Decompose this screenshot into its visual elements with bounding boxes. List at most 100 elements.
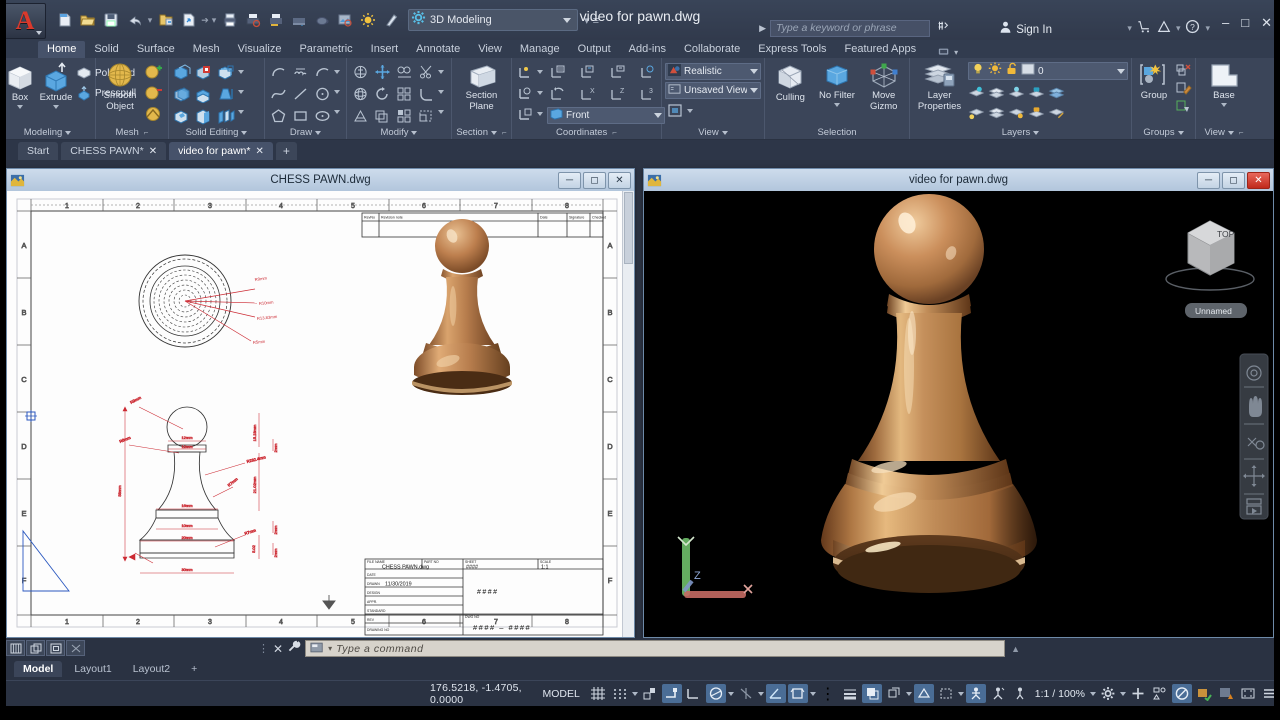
annotation-scale-person-icon[interactable] bbox=[965, 684, 986, 703]
chevron-down-icon[interactable] bbox=[563, 17, 571, 23]
layer-unlock-icon[interactable] bbox=[1005, 62, 1018, 80]
3d-align-icon[interactable] bbox=[350, 62, 370, 82]
save-disk-icon[interactable] bbox=[100, 9, 122, 31]
cart-icon[interactable] bbox=[1137, 20, 1152, 37]
dialog-launcher-icon[interactable]: ⌐ bbox=[612, 128, 617, 137]
render-region-icon[interactable] bbox=[334, 9, 356, 31]
box-button[interactable]: Box bbox=[3, 62, 37, 109]
chevron-down-icon[interactable] bbox=[1090, 691, 1096, 696]
panel-title-layers[interactable]: Layers bbox=[913, 126, 1128, 139]
sign-in-area[interactable]: Sign In bbox=[999, 20, 1052, 39]
infer-constraints-icon[interactable] bbox=[640, 684, 660, 703]
wrench-icon[interactable] bbox=[287, 639, 301, 658]
qat-overflow-icon[interactable]: ▾ ≡ bbox=[584, 14, 599, 27]
solid-union-icon[interactable] bbox=[172, 62, 192, 82]
solid-separate-icon[interactable] bbox=[216, 106, 236, 126]
tab-view[interactable]: View bbox=[469, 41, 511, 58]
offset-icon[interactable] bbox=[372, 106, 392, 126]
command-drag-handle[interactable]: ⋮ bbox=[258, 642, 269, 655]
batch-plot-icon[interactable] bbox=[265, 9, 287, 31]
layer-on-bulb-icon[interactable] bbox=[971, 62, 985, 80]
viewport-close-icon[interactable] bbox=[66, 640, 85, 656]
solid-subtract-icon[interactable] bbox=[194, 62, 214, 82]
3d-rotate-icon[interactable] bbox=[350, 84, 370, 104]
restore-button[interactable]: ◻ bbox=[1222, 171, 1245, 189]
tab-surface[interactable]: Surface bbox=[128, 41, 184, 58]
annotation-monitor-icon[interactable] bbox=[1010, 684, 1030, 703]
ucs-view-icon[interactable] bbox=[607, 62, 627, 82]
ortho-mode-icon[interactable] bbox=[661, 684, 682, 703]
chevron-down-icon[interactable]: ▾ bbox=[328, 644, 332, 653]
help-icon[interactable]: ? bbox=[1185, 19, 1200, 37]
dialog-launcher-icon[interactable]: ⌐ bbox=[144, 128, 149, 137]
chevron-down-icon[interactable] bbox=[757, 691, 764, 696]
plot-icon[interactable] bbox=[219, 9, 241, 31]
gear-icon[interactable] bbox=[1098, 684, 1118, 703]
ucs-previous-icon[interactable] bbox=[547, 84, 567, 104]
ucs-x-icon[interactable]: X bbox=[577, 84, 597, 104]
panel-title-section[interactable]: Section ⌐ bbox=[455, 126, 508, 139]
ungroup-icon[interactable] bbox=[1175, 62, 1192, 79]
tab-annotate[interactable]: Annotate bbox=[407, 41, 469, 58]
publish-icon[interactable] bbox=[288, 9, 310, 31]
panel-title-view-base[interactable]: View ⌐ bbox=[1199, 126, 1249, 139]
mesh-smooth-less-icon[interactable] bbox=[143, 83, 163, 103]
layer-unisolate-icon[interactable] bbox=[988, 84, 1005, 101]
child-window-titlebar-right[interactable]: video for pawn.dwg ─ ◻ ✕ bbox=[644, 169, 1273, 191]
close-button[interactable]: ✕ bbox=[608, 171, 631, 189]
layer-match-icon[interactable] bbox=[1048, 104, 1065, 121]
ribbon-display-options[interactable]: ▾ bbox=[937, 46, 958, 58]
layer-unlock-all-icon[interactable] bbox=[1028, 104, 1045, 121]
chevron-down-icon[interactable] bbox=[438, 110, 444, 115]
revcloud-icon[interactable] bbox=[290, 62, 310, 82]
tab-home[interactable]: Home bbox=[38, 41, 86, 58]
layer-thaw-sun-icon[interactable] bbox=[988, 62, 1002, 80]
graphics-performance-icon[interactable] bbox=[1194, 684, 1214, 703]
autoscale-icon[interactable] bbox=[988, 684, 1008, 703]
chevron-down-icon[interactable] bbox=[537, 112, 543, 116]
tab-manage[interactable]: Manage bbox=[511, 41, 569, 58]
snap-mode-icon[interactable] bbox=[610, 684, 630, 703]
dialog-launcher-icon[interactable]: ⌐ bbox=[502, 128, 507, 137]
isometric-drafting-icon[interactable] bbox=[705, 684, 726, 703]
chevron-right-icon[interactable]: ▶ bbox=[759, 23, 766, 34]
redo-arrow-icon[interactable]: ➔ bbox=[201, 15, 209, 26]
search-input[interactable]: Type a keyword or phrase bbox=[770, 20, 930, 37]
ucs-display-icon[interactable] bbox=[515, 104, 535, 124]
fillet-icon[interactable] bbox=[416, 84, 436, 104]
tab-featured-apps[interactable]: Featured Apps bbox=[836, 41, 926, 58]
solid-shell-icon[interactable] bbox=[194, 106, 214, 126]
isolate-objects-icon[interactable] bbox=[1172, 684, 1192, 703]
chevron-down-icon[interactable] bbox=[334, 110, 340, 115]
grid-display-icon[interactable] bbox=[588, 684, 608, 703]
dialog-launcher-icon[interactable]: ⌐ bbox=[1239, 128, 1244, 137]
annotation-visibility-icon[interactable] bbox=[936, 684, 956, 703]
layer-thaw-all-icon[interactable] bbox=[1008, 104, 1025, 121]
panel-title-mesh[interactable]: Mesh ⌐ bbox=[99, 126, 165, 139]
layout-tab-layout1[interactable]: Layout1 bbox=[65, 661, 120, 677]
layer-lock-icon[interactable] bbox=[1028, 84, 1045, 101]
solid-imprint-icon[interactable] bbox=[172, 106, 192, 126]
properties-icon[interactable] bbox=[380, 9, 402, 31]
dynamic-input-icon[interactable]: ⋮ bbox=[818, 684, 838, 703]
viewport-restore-icon[interactable] bbox=[6, 640, 25, 656]
layer-turn-all-on-icon[interactable] bbox=[988, 104, 1005, 121]
solid-taper-face-icon[interactable] bbox=[216, 84, 236, 104]
section-plane-button[interactable]: Section Plane bbox=[456, 62, 508, 112]
line-icon[interactable] bbox=[290, 84, 310, 104]
base-view-button[interactable]: Base bbox=[1200, 62, 1248, 107]
ucs-front-combo[interactable]: Front bbox=[547, 107, 665, 124]
file-tab-video-for-pawn[interactable]: video for pawn* ✕ bbox=[169, 142, 273, 160]
solid-intersect-icon[interactable] bbox=[172, 84, 192, 104]
polygon-icon[interactable] bbox=[268, 106, 288, 126]
layer-freeze-icon[interactable] bbox=[1008, 84, 1025, 101]
trim-icon[interactable] bbox=[416, 62, 436, 82]
panel-title-modify[interactable]: Modify bbox=[350, 126, 448, 139]
export-icon[interactable] bbox=[178, 9, 200, 31]
dynamic-ucs-icon[interactable] bbox=[787, 684, 808, 703]
group-button[interactable]: Group bbox=[1135, 62, 1173, 101]
add-workspace-icon[interactable] bbox=[1128, 684, 1148, 703]
redo-dropdown-icon[interactable]: ▾ bbox=[210, 15, 218, 26]
file-tab-start[interactable]: Start bbox=[18, 142, 59, 160]
ellipse-icon[interactable] bbox=[312, 106, 332, 126]
